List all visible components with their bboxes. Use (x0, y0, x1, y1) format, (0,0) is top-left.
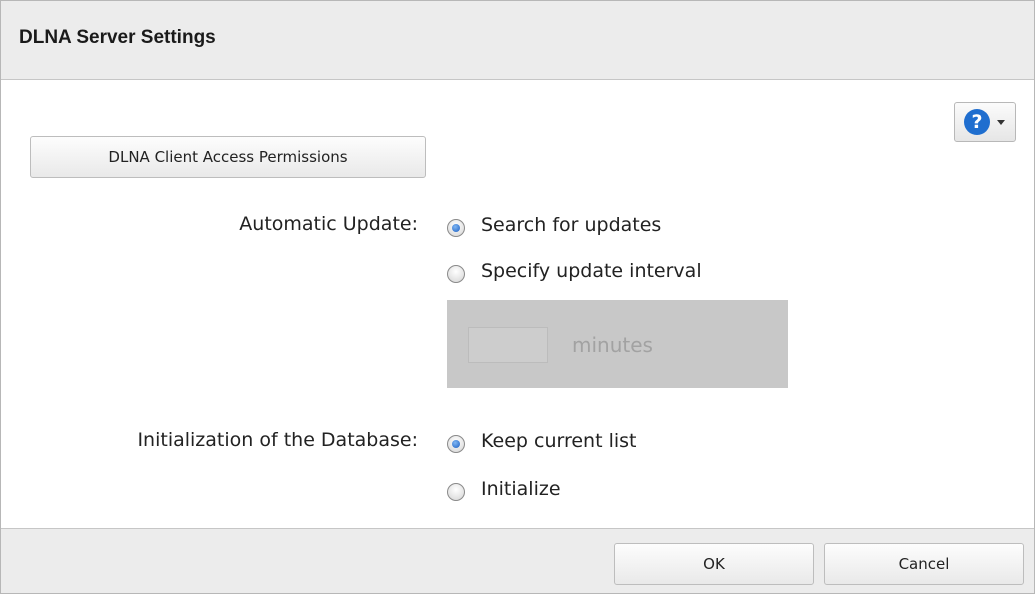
dialog-title: DLNA Server Settings (19, 27, 216, 48)
radio-button[interactable] (447, 483, 465, 501)
dialog-titlebar: DLNA Server Settings (1, 1, 1034, 80)
question-icon: ? (964, 109, 990, 135)
radio-label: Keep current list (481, 430, 637, 452)
radio-button-selected[interactable] (447, 435, 465, 453)
dlna-server-settings-dialog: DLNA Server Settings ? DLNA Client Acces… (0, 0, 1035, 594)
caret-down-icon (997, 120, 1005, 125)
update-interval-input[interactable] (468, 327, 548, 363)
radio-label: Initialize (481, 478, 561, 500)
dlna-client-access-permissions-button[interactable]: DLNA Client Access Permissions (30, 136, 426, 178)
radio-label: Search for updates (481, 214, 662, 236)
help-menu-button[interactable]: ? (954, 102, 1016, 142)
radio-button[interactable] (447, 265, 465, 283)
cancel-button[interactable]: Cancel (824, 543, 1024, 585)
radio-label: Specify update interval (481, 260, 702, 282)
dialog-footer: OK Cancel (1, 529, 1034, 593)
dialog-content: ? DLNA Client Access Permissions Automat… (1, 80, 1034, 529)
database-initialization-label: Initialization of the Database: (137, 429, 418, 451)
update-interval-panel: minutes (447, 300, 788, 388)
radio-button-selected[interactable] (447, 219, 465, 237)
ok-button[interactable]: OK (614, 543, 814, 585)
automatic-update-label: Automatic Update: (239, 213, 418, 235)
interval-unit-label: minutes (572, 333, 653, 357)
